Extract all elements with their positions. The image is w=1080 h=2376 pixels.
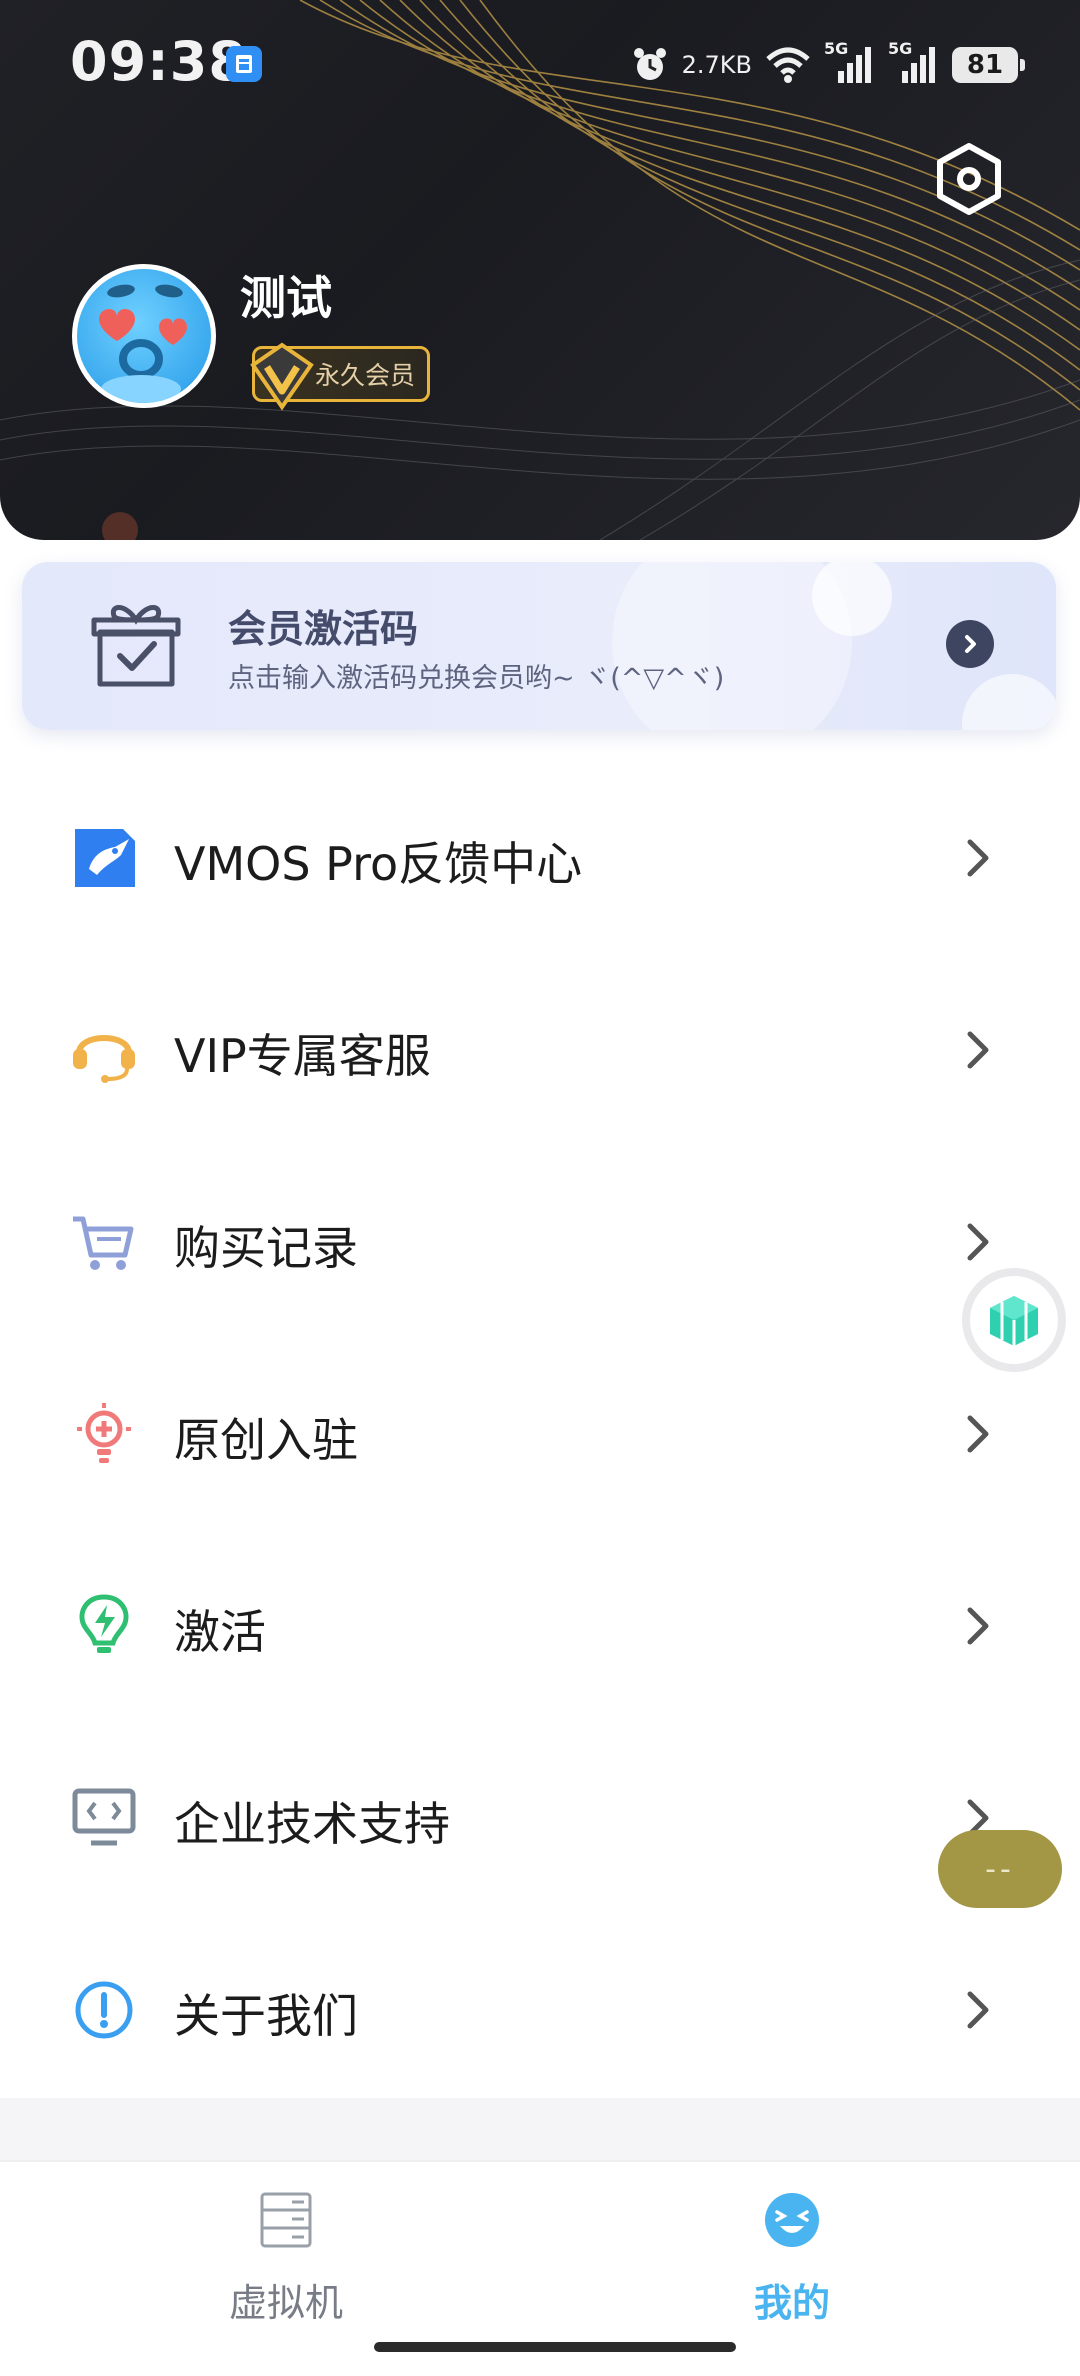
tab-mine[interactable]: 我的 [692,2190,892,2340]
lightbulb-plus-icon [68,1398,140,1470]
tab-label: 虚拟机 [228,2281,343,2325]
signal-icon-2: 5G [888,39,940,87]
card-decoration [812,562,892,636]
vmos-feedback-icon [68,822,140,894]
menu-item-activate[interactable]: 激活 [0,1528,1080,1720]
menu-item-feedback[interactable]: VMOS Pro反馈中心 [0,760,1080,952]
chevron-right-icon [967,1031,989,1069]
menu-item-about-us[interactable]: 关于我们 [0,1912,1080,2104]
menu-item-label: 激活 [174,1605,266,1659]
server-rack-icon [260,2192,312,2248]
floating-cube-button[interactable] [962,1268,1066,1372]
floating-assistant-button[interactable]: -- [938,1830,1062,1908]
menu-item-label: VIP专属客服 [174,1029,431,1083]
gift-box-icon [91,605,181,687]
profile-header: 09:38 2.7KB 5G 5G 81 测试 永久会员 [0,0,1080,540]
card-decoration [962,674,1056,730]
status-bar: 09:38 2.7KB 5G 5G 81 [0,0,1080,120]
alarm-icon [633,48,666,80]
tab-label: 我的 [753,2281,830,2325]
cart-icon [68,1206,140,1278]
tab-virtual-machine[interactable]: 虚拟机 [186,2190,386,2340]
settings-hexagon-icon[interactable] [932,142,1006,216]
activation-title: 会员激活码 [228,607,419,651]
home-indicator[interactable] [374,2342,736,2352]
vip-diamond-icon [250,342,314,411]
activation-code-card[interactable]: 会员激活码 点击输入激活码兑换会员哟~ ヾ(^▽^ヾ) [22,562,1056,730]
menu-item-vip-service[interactable]: VIP专属客服 [0,952,1080,1144]
lightning-bulb-icon [68,1590,140,1662]
menu-item-label: 关于我们 [174,1989,358,2043]
menu-item-original-creators[interactable]: 原创入驻 [0,1336,1080,1528]
battery-indicator: 81 [952,47,1025,83]
network-speed: 2.7KB [681,51,752,79]
chevron-right-icon [967,839,989,877]
member-badge: 永久会员 [250,342,431,411]
chevron-right-icon [967,1607,989,1645]
menu-item-purchase-history[interactable]: 购买记录 [0,1144,1080,1336]
menu-item-label: 购买记录 [174,1221,358,1275]
menu-item-enterprise-support[interactable]: 企业技术支持 [0,1720,1080,1912]
smiley-face-icon [765,2193,819,2247]
menu-item-label: 企业技术支持 [174,1797,450,1851]
chevron-right-icon [967,1415,989,1453]
status-indicators: 2.7KB 5G 5G 81 [630,39,1025,90]
cube-icon [990,1296,1038,1346]
info-circle-icon [68,1974,140,2046]
member-badge-label: 永久会员 [315,361,416,390]
chevron-right-icon [967,1223,989,1261]
chevron-right-icon [967,1991,989,2029]
headset-icon [68,1014,140,1086]
section-divider [0,2098,1080,2160]
signal-icon-1: 5G [824,39,876,87]
avatar[interactable] [72,264,216,408]
app-notification-icon [226,46,262,82]
chevron-right-icon [946,620,994,668]
username: 测试 [240,271,332,325]
menu-item-label: VMOS Pro反馈中心 [174,837,583,891]
status-time: 09:38 [70,30,247,93]
monitor-code-icon [68,1782,140,1854]
wifi-icon [766,47,810,83]
menu-item-label: 原创入驻 [174,1413,358,1467]
activation-subtitle: 点击输入激活码兑换会员哟~ ヾ(^▽^ヾ) [228,663,725,694]
